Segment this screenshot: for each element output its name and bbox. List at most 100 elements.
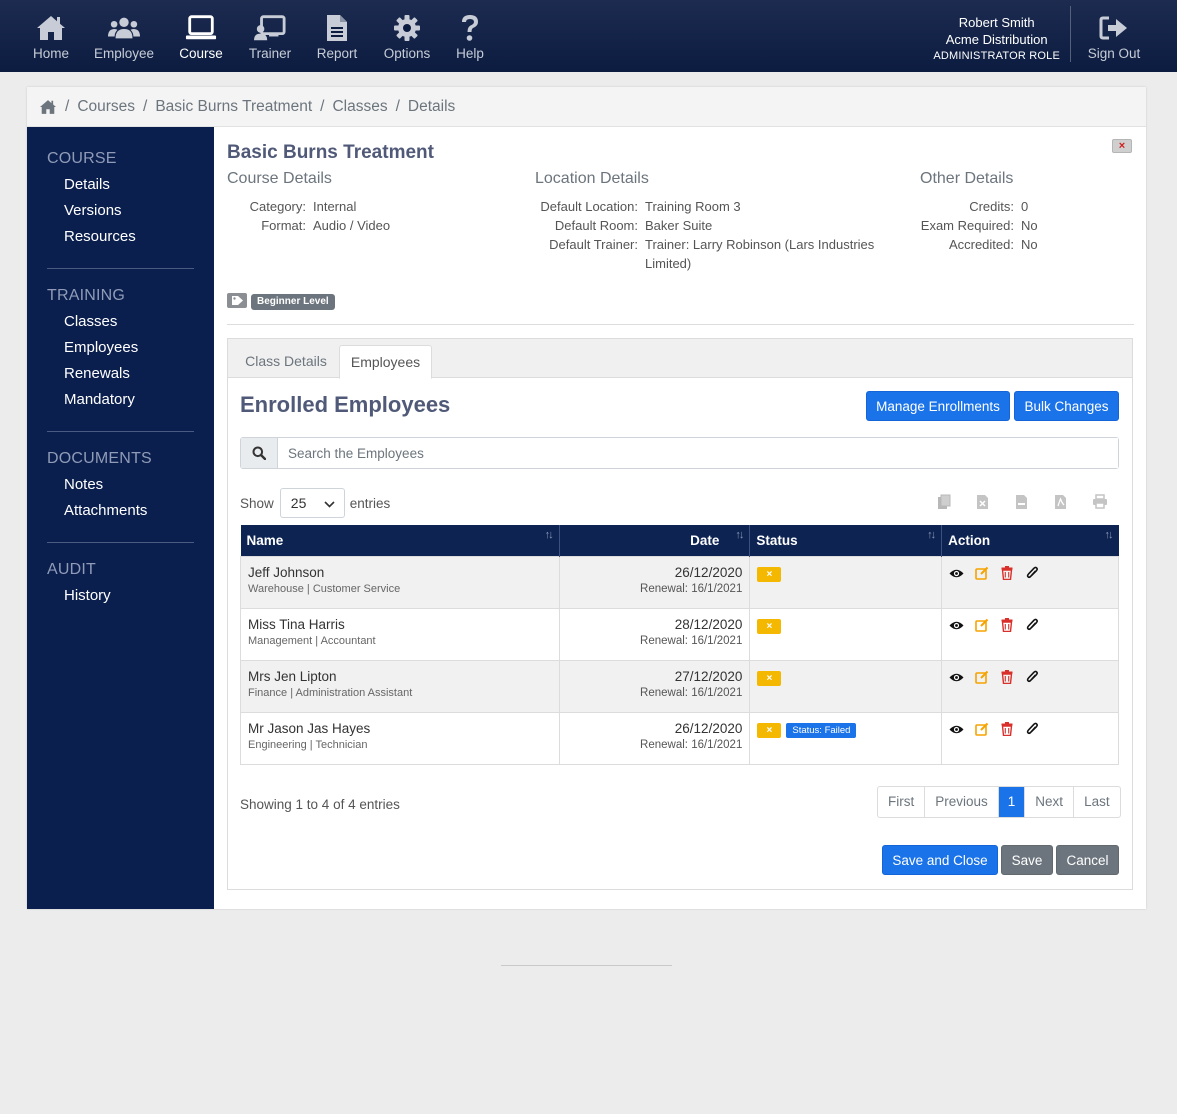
edit-icon[interactable] — [974, 618, 989, 633]
pdf-icon[interactable] — [1054, 494, 1070, 512]
sort-icon: ↑↓ — [1104, 529, 1114, 541]
top-navigation: Home Employee Course Trainer Report Opti… — [0, 0, 1177, 72]
save-and-close-button[interactable]: Save and Close — [882, 845, 998, 875]
sign-out-button[interactable]: Sign Out — [1085, 0, 1143, 72]
table-row[interactable]: Mr Jason Jas Hayes Engineering | Technici… — [240, 711, 1119, 765]
detail-key: Exam Required: — [920, 218, 1014, 233]
sidebar-section-training: TRAINING Classes Employees Renewals Mand… — [47, 287, 194, 417]
enroll-date: 27/12/2020 — [674, 668, 743, 684]
sidebar-item-history[interactable]: History — [47, 587, 194, 613]
attachment-icon[interactable] — [1024, 618, 1039, 633]
user-info: Robert Smith Acme Distribution ADMINISTR… — [933, 14, 1060, 65]
nav-trainer[interactable]: Trainer — [245, 0, 295, 72]
page-previous[interactable]: Previous — [925, 787, 999, 817]
delete-icon[interactable] — [999, 722, 1014, 737]
nav-course[interactable]: Course — [176, 0, 226, 72]
nav-employee-label: Employee — [93, 45, 155, 61]
attachment-icon[interactable] — [1024, 566, 1039, 581]
tab-class-details[interactable]: Class Details — [234, 345, 338, 379]
sort-icon: ↑↓ — [735, 529, 744, 541]
employee-name[interactable]: Jeff Johnson — [248, 565, 552, 580]
sidebar-item-attachments[interactable]: Attachments — [47, 502, 194, 528]
view-icon[interactable] — [949, 722, 964, 737]
nav-home-label: Home — [32, 45, 69, 61]
employee-name[interactable]: Miss Tina Harris — [248, 617, 552, 632]
page-first[interactable]: First — [878, 787, 926, 817]
page-last[interactable]: Last — [1074, 787, 1120, 817]
nav-course-label: Course — [179, 45, 223, 61]
cell-status: × — [749, 555, 943, 609]
entries-select[interactable]: 25 — [279, 488, 345, 518]
column-header-status[interactable]: Status ↑↓ — [749, 525, 943, 556]
attachment-icon[interactable] — [1024, 722, 1039, 737]
cancel-button[interactable]: Cancel — [1056, 845, 1119, 875]
column-header-action[interactable]: Action ↑↓ — [941, 525, 1119, 556]
sidebar-item-classes[interactable]: Classes — [47, 313, 194, 339]
save-button[interactable]: Save — [1001, 845, 1053, 875]
cell-name: Jeff Johnson Warehouse | Customer Service — [240, 555, 560, 609]
page-number[interactable]: 1 — [998, 787, 1026, 817]
employee-name[interactable]: Mr Jason Jas Hayes — [248, 721, 552, 736]
sidebar-item-renewals[interactable]: Renewals — [47, 365, 194, 391]
other-details-heading: Other Details — [920, 170, 1014, 187]
delete-icon[interactable] — [999, 618, 1014, 633]
csv-icon[interactable] — [1015, 494, 1031, 512]
breadcrumb-course[interactable]: Basic Burns Treatment — [155, 98, 312, 116]
tab-employees[interactable]: Employees — [339, 345, 432, 379]
view-icon[interactable] — [949, 618, 964, 633]
view-icon[interactable] — [949, 670, 964, 685]
delete-icon[interactable] — [999, 566, 1014, 581]
entries-label: entries — [349, 495, 391, 511]
view-icon[interactable] — [949, 566, 964, 581]
attachment-icon[interactable] — [1024, 670, 1039, 685]
nav-home[interactable]: Home — [25, 0, 77, 72]
page-next[interactable]: Next — [1025, 787, 1075, 817]
table-row[interactable]: Jeff Johnson Warehouse | Customer Service… — [240, 555, 1119, 609]
sidebar-item-versions[interactable]: Versions — [47, 202, 194, 228]
table-row[interactable]: Miss Tina Harris Management | Accountant 2… — [240, 607, 1119, 661]
edit-icon[interactable] — [974, 722, 989, 737]
manage-enrollments-button[interactable]: Manage Enrollments — [866, 391, 1010, 421]
nav-report[interactable]: Report — [312, 0, 362, 72]
status-badge[interactable]: × — [757, 670, 782, 686]
print-icon[interactable] — [1092, 494, 1108, 512]
sidebar-item-notes[interactable]: Notes — [47, 476, 194, 502]
nav-help[interactable]: Help — [452, 0, 488, 72]
laptop-icon — [185, 12, 217, 44]
employee-name[interactable]: Mrs Jen Lipton — [248, 669, 552, 684]
table-row[interactable]: Mrs Jen Lipton Finance | Administration A… — [240, 659, 1119, 713]
delete-icon[interactable] — [999, 670, 1014, 685]
content-panel: / Courses / Basic Burns Treatment / Clas… — [27, 87, 1146, 909]
detail-key: Default Location: — [540, 199, 638, 214]
sidebar-item-resources[interactable]: Resources — [47, 228, 194, 254]
sidebar-heading: TRAINING — [47, 287, 126, 304]
entries-control: Show 25 entries — [240, 488, 390, 518]
close-button[interactable]: × — [1112, 139, 1132, 153]
edit-icon[interactable] — [974, 670, 989, 685]
sidebar-item-mandatory[interactable]: Mandatory — [47, 391, 194, 417]
home-icon[interactable] — [39, 99, 57, 115]
excel-icon[interactable] — [976, 494, 992, 512]
renewal-label: Renewal: — [640, 686, 688, 699]
breadcrumb-courses[interactable]: Courses — [77, 98, 135, 116]
location-details-heading: Location Details — [535, 170, 649, 187]
status-badge[interactable]: × — [757, 566, 782, 582]
status-badge[interactable]: × — [757, 618, 782, 634]
column-header-date[interactable]: Date ↑↓ — [559, 525, 751, 556]
document-icon — [321, 12, 353, 44]
column-header-name[interactable]: Name ↑↓ — [240, 525, 560, 556]
status-badge[interactable]: × — [757, 722, 782, 738]
nav-options[interactable]: Options — [381, 0, 433, 72]
footer-divider — [501, 965, 672, 966]
nav-employee[interactable]: Employee — [91, 0, 157, 72]
cell-status: × — [749, 659, 943, 713]
sidebar-item-details[interactable]: Details — [47, 176, 194, 202]
sidebar-item-employees[interactable]: Employees — [47, 339, 194, 365]
cell-action — [941, 659, 1119, 713]
nav-help-label: Help — [456, 45, 484, 61]
search-input[interactable] — [278, 438, 1118, 468]
breadcrumb-classes[interactable]: Classes — [332, 98, 387, 116]
edit-icon[interactable] — [974, 566, 989, 581]
copy-icon[interactable] — [937, 494, 953, 512]
bulk-changes-button[interactable]: Bulk Changes — [1014, 391, 1119, 421]
